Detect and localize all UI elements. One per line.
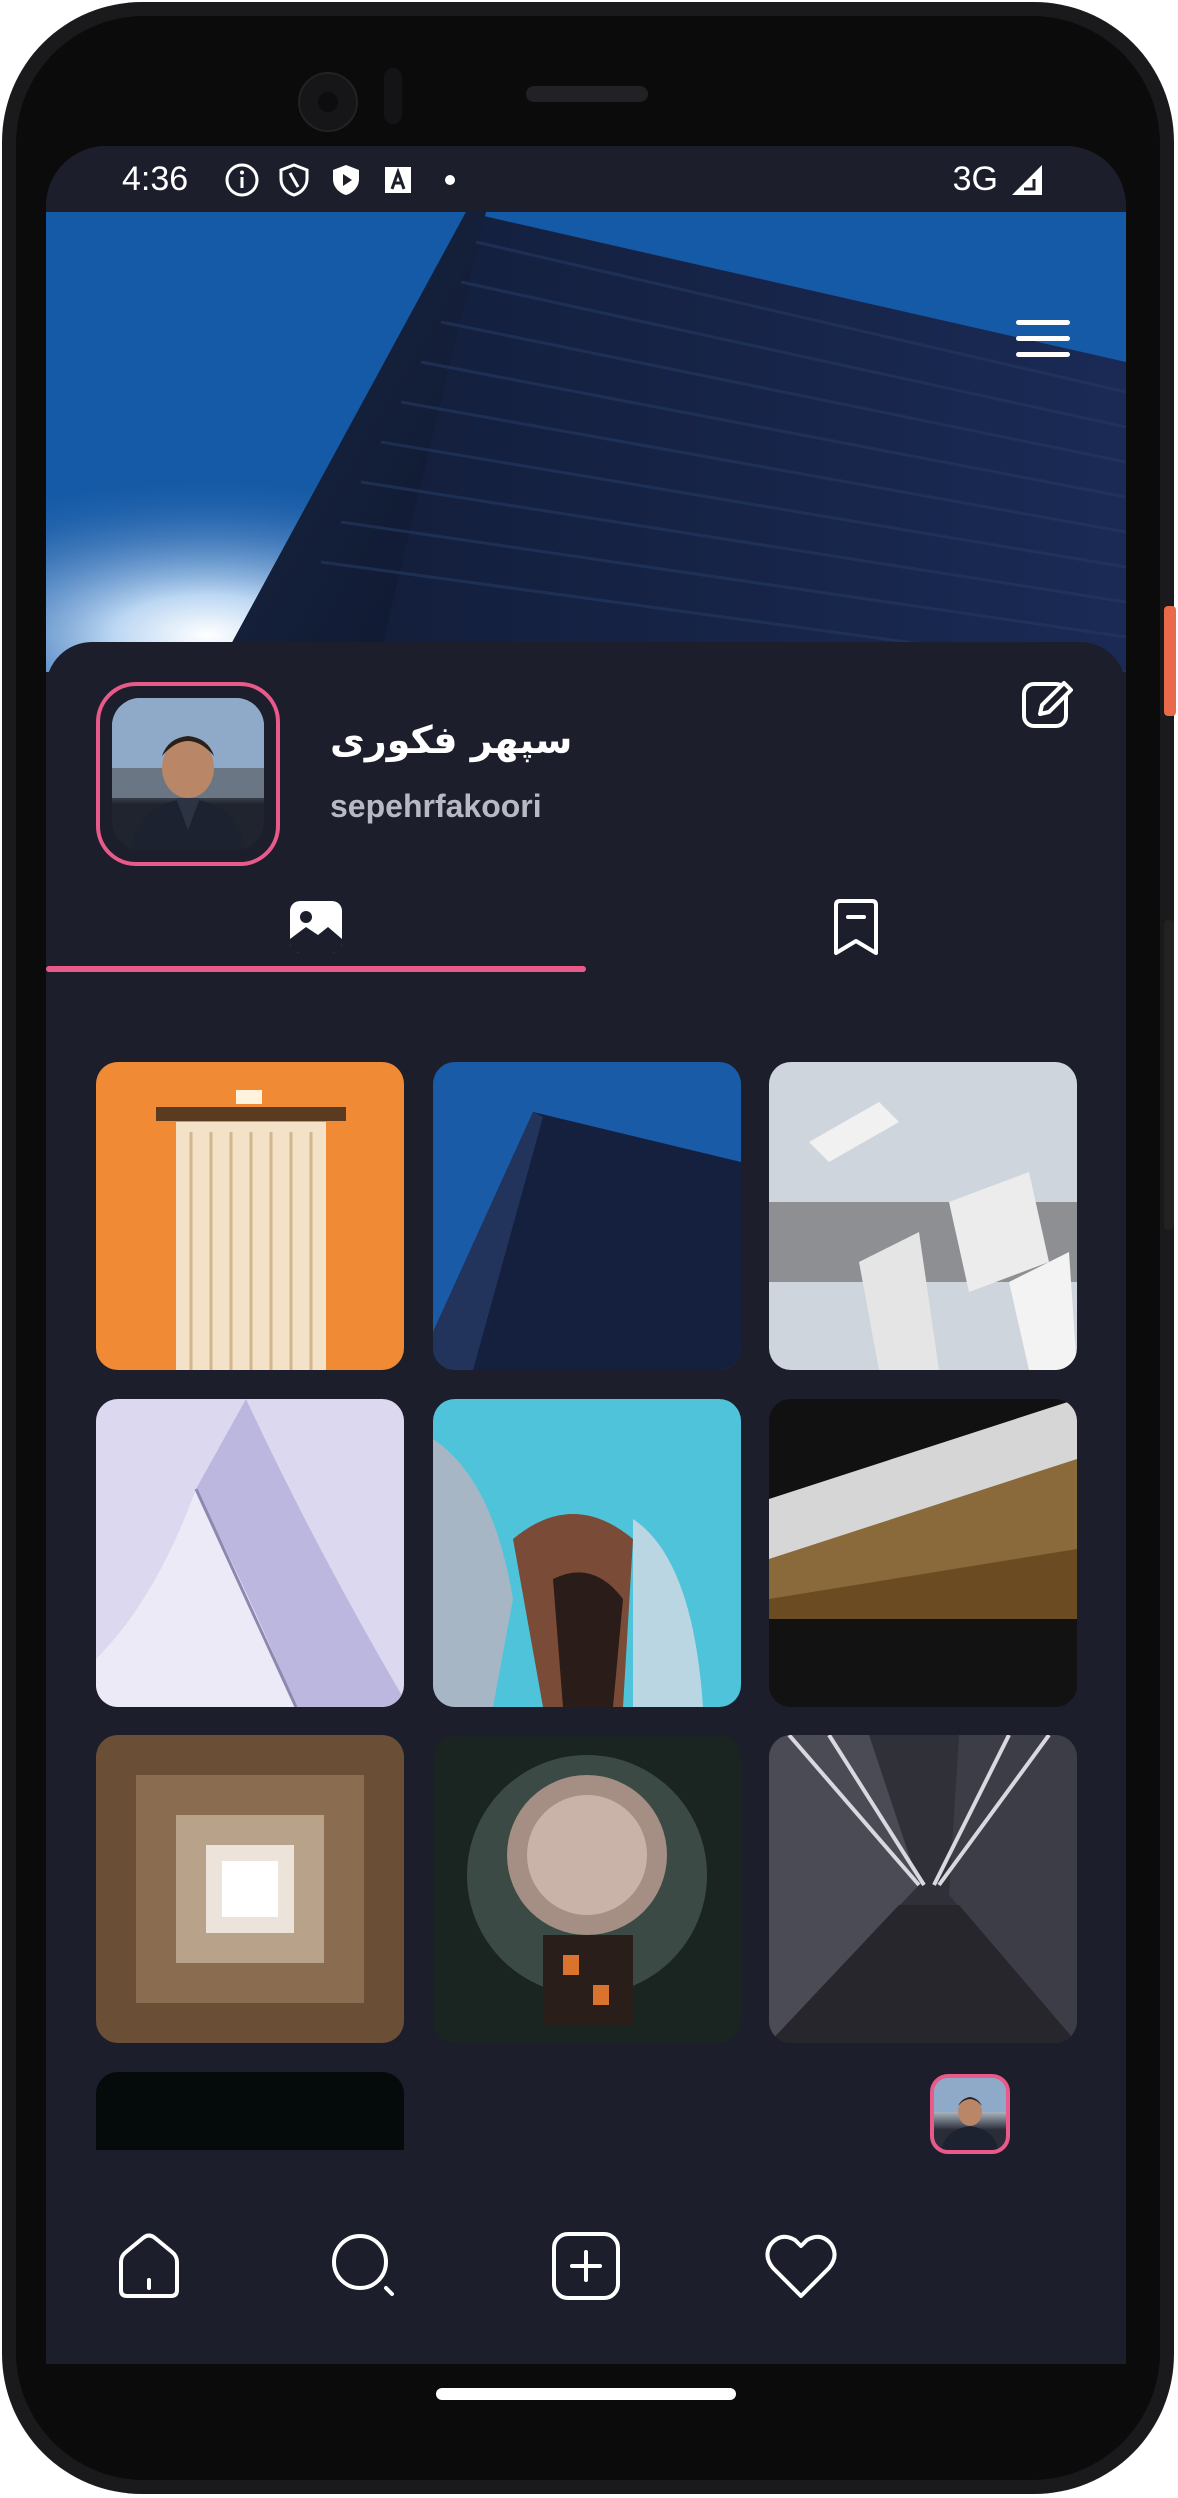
shield-play-icon [328,162,364,198]
white-curved-facade-photo [96,1399,404,1707]
proximity-sensor [384,68,402,124]
menu-hamburger-button[interactable] [1016,320,1070,360]
circular-atrium-photo [433,1735,741,2043]
photo-tile[interactable] [769,1735,1077,2043]
nav-home[interactable] [109,2226,189,2306]
dark-partial-photo [96,2072,404,2150]
nav-avatar-image [934,2078,1006,2150]
photo-grid [96,1062,1078,2150]
nav-search[interactable] [324,2226,404,2306]
profile-tabs [46,882,1126,972]
bottom-navigation [46,2166,1126,2364]
edit-icon [1022,681,1073,728]
photo-tile[interactable] [769,1399,1077,1707]
orange-wall-door-photo [96,1062,404,1370]
cover-photo [46,212,1126,672]
nav-add[interactable] [546,2226,626,2306]
teal-metal-curves-photo [433,1399,741,1707]
username: sepehrfakoori [330,788,542,824]
tab-saved[interactable] [586,882,1126,972]
profile-avatar-ring[interactable] [96,682,280,866]
mountain-forest-view-photo [769,1399,1077,1707]
dark-arched-corridor-photo [769,1735,1077,2043]
white-concrete-structure-photo [769,1062,1077,1370]
power-button [1164,606,1176,716]
info-icon [224,162,260,198]
front-camera [298,72,358,132]
photo-tile[interactable] [433,1062,741,1370]
status-right: 3G [953,160,1046,199]
photo-tile[interactable] [769,1062,1077,1370]
photo-tile[interactable] [96,1062,404,1370]
shield-outline-icon [276,162,312,198]
photo-tile[interactable] [96,2072,404,2150]
home-icon [119,2233,179,2298]
image-icon [290,901,342,953]
profile-avatar [112,698,264,850]
photo-tile[interactable] [96,1735,404,2043]
heart-icon [765,2234,837,2298]
lightwell-grid-photo [96,1735,404,2043]
cover-building-image [46,212,1126,672]
status-time: 4:36 [122,160,189,198]
dot-icon [432,162,468,198]
status-icons [224,162,468,198]
home-indicator[interactable] [436,2388,736,2400]
volume-button [1164,920,1174,1230]
tab-posts[interactable] [46,882,586,972]
search-icon [332,2234,394,2296]
bookmark-icon [834,899,878,955]
signal-icon [1012,164,1042,195]
active-tab-indicator [46,966,586,972]
font-a-icon [380,162,416,198]
nav-activity[interactable] [761,2226,841,2306]
blue-building-corner-photo [433,1062,741,1370]
network-type: 3G [952,160,998,198]
photo-tile[interactable] [433,1399,741,1707]
nav-profile-avatar[interactable] [930,2074,1010,2154]
app-screen: 4:36 3G سپهر فکوری sepehrfakoori [46,146,1126,2364]
photo-tile[interactable] [96,1399,404,1707]
edit-profile-button[interactable] [1018,674,1078,734]
status-bar: 4:36 3G [46,146,1126,212]
display-name: سپهر فکوری [330,718,573,762]
add-icon [552,2232,620,2300]
earpiece-speaker [526,86,648,102]
photo-tile[interactable] [433,1735,741,2043]
